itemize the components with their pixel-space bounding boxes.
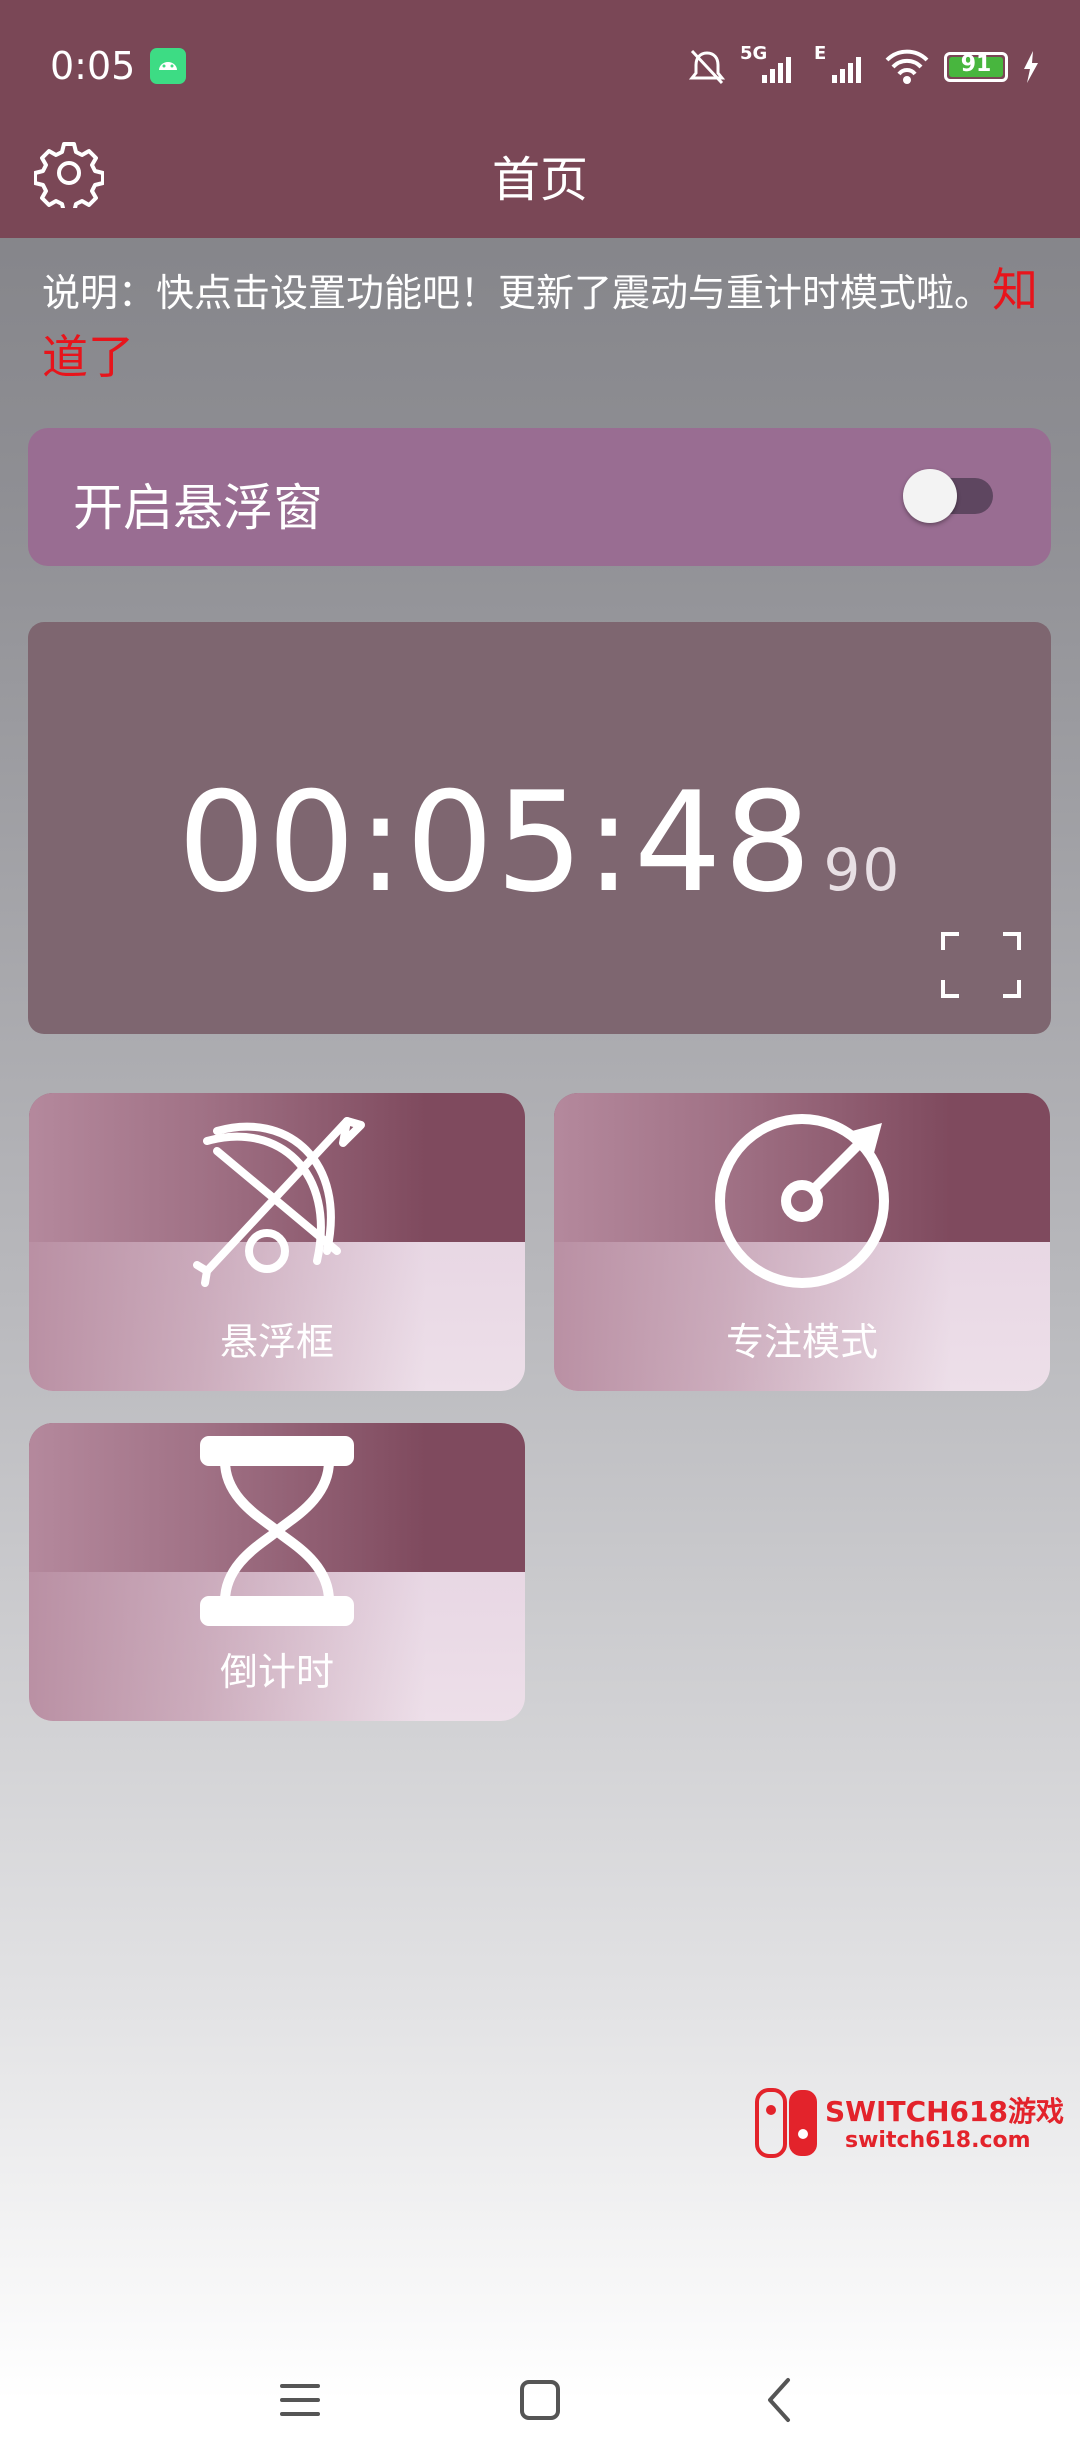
mute-bell-icon [688,49,726,85]
hourglass-icon [200,1436,354,1626]
battery-level: 91 [960,52,992,77]
watermark-url: switch618.com [845,2128,1031,2153]
timer-display: 00:05:48 90 [28,762,1051,923]
tile-label: 悬浮框 [219,1320,334,1364]
status-time: 0:05 [50,44,136,88]
signal-5g-icon: 5G [740,43,800,87]
floating-window-switch[interactable] [903,469,993,523]
floating-window-card[interactable]: 开启悬浮窗 [28,428,1051,566]
switch-thumb [903,469,957,523]
switch-logo-icon [755,2088,817,2158]
notice-banner: 说明：快点击设置功能吧！更新了震动与重计时模式啦。知道了 [42,258,1052,392]
notice-text: 说明：快点击设置功能吧！更新了震动与重计时模式啦。 [42,271,993,315]
target-icon [715,1114,889,1288]
tile-label: 倒计时 [219,1650,334,1694]
home-icon[interactable] [510,2370,570,2430]
timer-main-time: 00:05:48 [177,762,814,923]
bow-arrow-icon [193,1117,365,1287]
timer-fraction: 90 [823,836,902,904]
floating-window-label: 开启悬浮窗 [73,479,323,537]
tile-countdown[interactable]: 倒计时 [29,1423,525,1721]
back-icon[interactable] [750,2370,810,2430]
watermark-logo: SWITCH618游戏 switch618.com [755,2088,1065,2160]
tile-label: 专注模式 [725,1320,878,1364]
fullscreen-icon[interactable] [941,932,1021,998]
android-icon [150,48,186,84]
charging-icon [1024,51,1038,83]
page-title: 首页 [491,152,588,208]
signal-e-icon: E [814,43,870,87]
wifi-icon [885,49,929,84]
tile-floating-box[interactable]: 悬浮框 [29,1093,525,1391]
battery-icon: 91 [944,52,1008,82]
menu-icon[interactable] [270,2370,330,2430]
tile-focus-mode[interactable]: 专注模式 [554,1093,1050,1391]
status-icons: 5G E 91 [688,43,1040,90]
watermark-title: SWITCH618游戏 [825,2095,1064,2128]
timer-card: 00:05:48 90 [28,622,1051,1034]
status-bar: 0:05 5G E 91 [0,0,1080,135]
system-nav-bar [0,2340,1080,2460]
